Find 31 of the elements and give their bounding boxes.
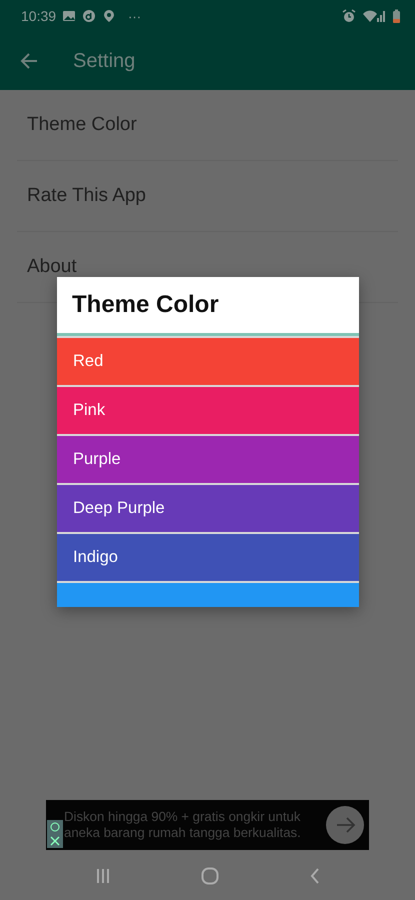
recents-icon [96, 868, 110, 884]
close-icon [50, 836, 60, 846]
color-option[interactable]: Indigo [57, 534, 359, 581]
arrow-right-icon [334, 815, 356, 835]
signal-icon [362, 9, 386, 23]
recents-button[interactable] [96, 868, 110, 884]
location-icon [102, 9, 116, 23]
back-button[interactable] [20, 52, 39, 70]
app-icon [82, 9, 96, 23]
color-option[interactable]: Purple [57, 436, 359, 483]
color-option[interactable]: Red [57, 338, 359, 385]
back-nav-icon [310, 868, 320, 884]
color-option[interactable]: Pink [57, 387, 359, 434]
back-nav-button[interactable] [310, 868, 320, 884]
home-button[interactable] [200, 867, 218, 885]
color-option[interactable]: Deep Purple [57, 485, 359, 532]
alarm-icon [342, 9, 356, 23]
dialog-title: Theme Color [57, 277, 359, 336]
screen-title: Setting [73, 50, 136, 72]
clock-time: 10:39 [21, 8, 56, 24]
gallery-icon [62, 9, 76, 23]
home-icon [200, 867, 218, 885]
info-icon [50, 822, 60, 832]
settings-item[interactable]: Theme Color [27, 114, 137, 136]
back-arrow-icon [20, 52, 39, 70]
ad-choices-badge[interactable] [47, 820, 63, 848]
settings-item[interactable]: Rate This App [27, 185, 146, 207]
battery-icon [392, 9, 401, 23]
ad-open-button[interactable] [326, 806, 364, 844]
more-notifications: ··· [128, 8, 142, 24]
settings-item[interactable]: About [27, 256, 77, 278]
